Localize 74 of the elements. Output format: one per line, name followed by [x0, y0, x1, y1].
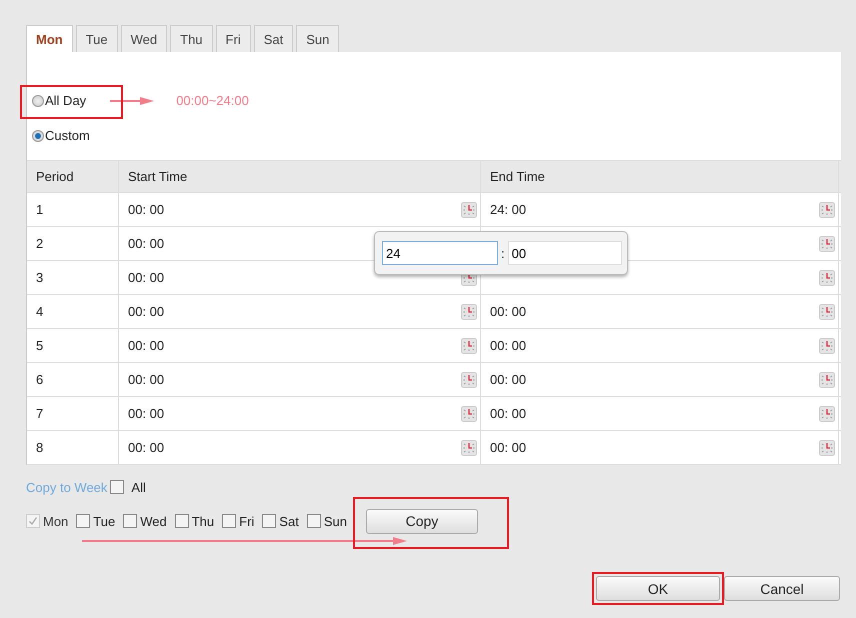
table-cell: 1 — [27, 193, 119, 226]
time-range-note: 00:00~24:00 — [176, 93, 249, 108]
radio-button[interactable] — [32, 130, 44, 142]
checkbox[interactable] — [123, 514, 138, 528]
end-time: 00: 00 — [490, 372, 526, 387]
clock-icon[interactable] — [461, 202, 477, 218]
day-tab[interactable]: Mon — [26, 25, 73, 52]
start-time: 00: 00 — [128, 270, 164, 285]
day-tab[interactable]: Fri — [216, 25, 251, 52]
clock-icon[interactable] — [461, 440, 477, 456]
clock-icon[interactable] — [819, 202, 835, 218]
check-icon — [28, 516, 38, 526]
checkbox-label: Wed — [140, 514, 167, 528]
checkbox-label: Sat — [279, 514, 299, 528]
table-cell: 7 — [27, 397, 119, 430]
end-time: 00: 00 — [490, 304, 526, 319]
day-tab[interactable]: Sat — [254, 25, 294, 52]
checkbox[interactable] — [174, 514, 189, 528]
clock-icon[interactable] — [819, 338, 835, 354]
end-time: 00: 00 — [490, 338, 526, 353]
clock-icon[interactable] — [461, 338, 477, 354]
checkbox-label: Sun — [324, 514, 347, 528]
option-label: Custom — [45, 128, 90, 143]
clock-icon[interactable] — [461, 406, 477, 422]
copy-to-week-label: Copy to Week — [26, 480, 108, 494]
hour-field[interactable]: 24 — [382, 241, 498, 265]
column-header: End Time — [481, 161, 839, 192]
checkbox-label: Tue — [93, 514, 116, 528]
table-cell: 3 — [27, 261, 119, 294]
minute-field[interactable]: 00 — [508, 241, 622, 265]
clock-icon[interactable] — [819, 440, 835, 456]
start-time: 00: 00 — [128, 338, 164, 353]
option-label: All Day — [45, 93, 86, 108]
ok-button[interactable]: OK — [596, 576, 720, 601]
checkbox-label: Fri — [239, 514, 254, 528]
clock-icon[interactable] — [819, 372, 835, 388]
end-time: 00: 00 — [490, 440, 526, 455]
radio-button[interactable] — [32, 94, 44, 106]
checkbox[interactable] — [110, 480, 124, 494]
checkbox-label: All — [131, 480, 146, 494]
clock-icon[interactable] — [819, 270, 835, 286]
checkbox[interactable] — [262, 514, 276, 528]
start-time: 00: 00 — [128, 236, 164, 251]
day-tab[interactable]: Tue — [76, 25, 118, 52]
checkbox[interactable] — [306, 514, 321, 528]
clock-icon[interactable] — [819, 304, 835, 320]
copy-button[interactable]: Copy — [366, 508, 478, 534]
table-cell: 4 — [27, 295, 119, 328]
column-header: Start Time — [119, 161, 481, 192]
table-cell: 5 — [27, 329, 119, 362]
start-time: 00: 00 — [128, 304, 164, 319]
time-separator: : — [501, 246, 505, 260]
day-tab[interactable]: Wed — [120, 25, 168, 52]
clock-icon[interactable] — [819, 236, 835, 252]
table-cell: 8 — [27, 431, 119, 464]
clock-icon[interactable] — [461, 304, 477, 320]
checkbox-label: Thu — [192, 514, 214, 528]
start-time: 00: 00 — [128, 406, 164, 421]
checkbox-label: Mon — [43, 514, 68, 528]
checkbox[interactable] — [76, 514, 90, 528]
day-tab[interactable]: Thu — [170, 25, 213, 52]
table-cell: 6 — [27, 363, 119, 396]
cancel-button[interactable]: Cancel — [724, 576, 840, 601]
checkbox[interactable] — [222, 514, 236, 528]
end-time: 24: 00 — [490, 202, 526, 217]
start-time: 00: 00 — [128, 372, 164, 387]
table-cell: 2 — [27, 227, 119, 260]
start-time: 00: 00 — [128, 440, 164, 455]
start-time: 00: 00 — [128, 202, 164, 217]
clock-icon[interactable] — [819, 406, 835, 422]
day-tab[interactable]: Sun — [296, 25, 340, 52]
clock-icon[interactable] — [461, 372, 477, 388]
end-time: 00: 00 — [490, 406, 526, 421]
column-header: Period — [27, 161, 119, 192]
